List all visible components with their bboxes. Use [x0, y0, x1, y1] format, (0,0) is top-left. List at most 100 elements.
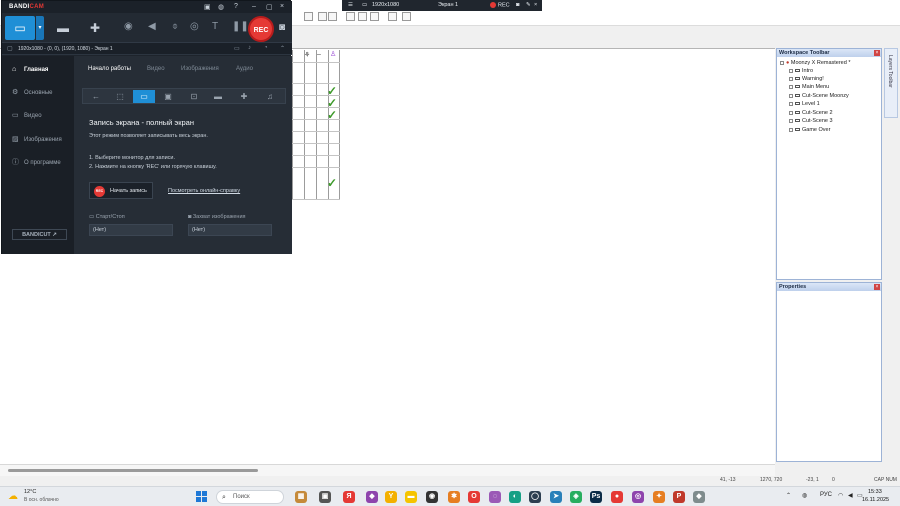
language-indicator[interactable]: РУС — [820, 492, 832, 498]
app-icon[interactable]: ◌ — [489, 491, 501, 503]
task-view-icon[interactable]: ▣ — [319, 491, 331, 503]
app-icon[interactable]: ✦ — [653, 491, 665, 503]
collapse-icon[interactable] — [780, 60, 784, 65]
sidebar-item-home[interactable]: ⌂ Главная — [2, 63, 74, 77]
expand-icon[interactable] — [789, 101, 793, 106]
tab-video[interactable]: Видео — [147, 66, 165, 72]
rec-button[interactable]: REC — [248, 16, 274, 42]
expand-icon[interactable] — [789, 93, 793, 98]
telegram-icon[interactable]: ➤ — [550, 491, 562, 503]
expand-icon[interactable] — [789, 76, 793, 81]
weather-icon[interactable]: ☁ — [8, 491, 18, 502]
tab-getting-started[interactable]: Начало работы — [88, 66, 131, 72]
tray-chevron-icon[interactable]: ⌃ — [786, 492, 791, 499]
expand-icon[interactable] — [789, 84, 793, 89]
expand-icon[interactable] — [789, 127, 793, 132]
expand-icon[interactable] — [789, 118, 793, 123]
close-icon[interactable]: × — [280, 3, 284, 10]
tray-app-icon[interactable]: ◍ — [802, 492, 807, 499]
sidebar-item-video[interactable]: ▭ Видео — [2, 109, 74, 123]
toolbar-dropdown[interactable] — [304, 12, 313, 21]
app-icon[interactable]: Y — [385, 491, 397, 503]
microphone-icon[interactable]: ⌽ — [172, 21, 178, 32]
app-icon[interactable]: ◉ — [426, 491, 438, 503]
tree-item[interactable]: Intro — [789, 68, 813, 74]
game-mode-button[interactable]: ✚ — [80, 16, 110, 40]
tab-audio[interactable]: Аудио — [236, 66, 253, 72]
close-icon[interactable]: × — [534, 2, 537, 8]
toolbar-tool-button[interactable] — [388, 12, 397, 21]
tree-item[interactable]: Main Menu — [789, 84, 829, 90]
pause-icon[interactable]: ❚❚ — [232, 21, 249, 32]
toolbar-tool-button[interactable] — [370, 12, 379, 21]
start-recording-button[interactable]: REC Начать запись — [89, 182, 153, 199]
screen-mode-dropdown[interactable]: ▾ — [36, 16, 44, 40]
back-icon[interactable]: ← — [85, 90, 107, 103]
online-help-link[interactable]: Посмотреть онлайн-справку — [168, 188, 240, 194]
screenshot-icon[interactable]: ◙ — [279, 22, 285, 33]
app-icon[interactable]: ◆ — [366, 491, 378, 503]
close-icon[interactable]: × — [874, 50, 880, 56]
lock-icon[interactable]: ◍ — [218, 3, 224, 11]
wifi-icon[interactable]: ◠ — [838, 492, 843, 499]
toolbar-tool-button[interactable] — [402, 12, 411, 21]
region-select-icon[interactable]: ⬚ — [109, 90, 131, 103]
webcam-icon[interactable]: ◉ — [124, 21, 133, 32]
weather-temperature[interactable]: 12°C — [24, 489, 36, 495]
clock-icon[interactable]: ◔ — [264, 45, 268, 51]
clock-time[interactable]: 15:33 — [868, 489, 882, 495]
layers-toolbar-tab[interactable]: Layers Toolbar — [884, 48, 898, 118]
tree-item[interactable]: Game Over — [789, 127, 830, 133]
gamepad-icon[interactable]: ✚ — [233, 90, 255, 103]
video-icon[interactable]: ▭ — [234, 45, 240, 52]
app-icon[interactable]: ▦ — [295, 491, 307, 503]
yandex-icon[interactable]: Я — [343, 491, 355, 503]
scrollbar-thumb[interactable] — [8, 469, 258, 472]
app-icon[interactable]: ✱ — [448, 491, 460, 503]
tree-item[interactable]: Cut-Scene 3 — [789, 118, 833, 124]
around-mouse-icon[interactable]: ⊡ — [183, 90, 205, 103]
tree-item[interactable]: Level 1 — [789, 101, 820, 107]
sidebar-item-images[interactable]: ▨ Изображения — [2, 133, 74, 147]
cursor-icon[interactable]: ◎ — [190, 21, 199, 32]
windows-start-icon[interactable] — [196, 491, 208, 503]
folder-icon[interactable]: ▬ — [405, 491, 417, 503]
close-icon[interactable]: × — [874, 284, 880, 290]
toolbar-next-button[interactable] — [328, 12, 337, 21]
hotkey-start-stop-field[interactable]: (Нет) — [89, 224, 173, 236]
help-icon[interactable]: ? — [234, 3, 238, 10]
toolbar-tool-button[interactable] — [358, 12, 367, 21]
expand-icon[interactable] — [789, 110, 793, 115]
edge-icon[interactable]: ◐ — [509, 491, 521, 503]
text-icon[interactable]: T — [212, 21, 218, 32]
check-icon[interactable]: ✓ — [327, 109, 337, 121]
camera-icon[interactable]: ◙ — [516, 2, 519, 8]
opera-icon[interactable]: O — [468, 491, 480, 503]
check-icon[interactable]: ✓ — [327, 177, 337, 189]
bandicam-taskbar-icon[interactable]: ● — [611, 491, 623, 503]
device-icon[interactable]: ▬ — [207, 90, 229, 103]
tree-item[interactable]: Warning! — [789, 76, 824, 82]
tree-item[interactable]: Cut-Scene 2 — [789, 110, 833, 116]
app-icon[interactable]: ◎ — [632, 491, 644, 503]
bandicut-button[interactable]: BANDICUT ↗ — [12, 229, 67, 240]
powerpoint-icon[interactable]: P — [673, 491, 685, 503]
weather-description[interactable]: В осн. облачно — [24, 497, 59, 503]
volume-icon[interactable]: ◀ — [848, 492, 853, 499]
clock-date[interactable]: 16.11.2025 — [862, 497, 889, 503]
toolbar-tool-button[interactable] — [346, 12, 355, 21]
hotkey-capture-field[interactable]: (Нет) — [188, 224, 272, 236]
audio-icon[interactable]: ♪ — [248, 45, 251, 51]
toolbar-prev-button[interactable] — [318, 12, 327, 21]
fullscreen-mode-icon[interactable]: ▭ — [133, 90, 155, 103]
audio-only-icon[interactable]: ♫ — [259, 90, 281, 103]
expand-icon[interactable] — [789, 68, 793, 73]
app-icon[interactable]: ◈ — [570, 491, 582, 503]
folder-icon[interactable]: ▣ — [204, 3, 211, 11]
menu-icon[interactable]: ☰ — [348, 2, 353, 8]
collapse-icon[interactable]: ⌃ — [280, 45, 285, 52]
device-mode-button[interactable]: ▬ — [48, 16, 78, 40]
whatsapp-icon[interactable]: ◯ — [529, 491, 541, 503]
sidebar-item-general[interactable]: ⚙ Основные — [2, 86, 74, 100]
minimize-icon[interactable]: – — [252, 3, 256, 10]
